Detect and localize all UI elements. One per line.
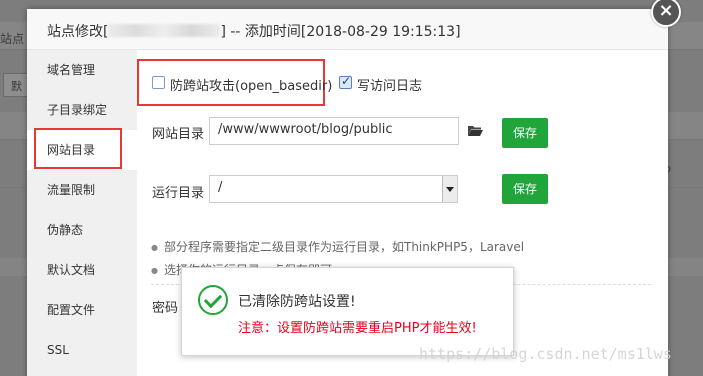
dialog-title-suffix: ] -- 添加时间[2018-08-29 19:15:13] [220,24,461,40]
highlight-box-site-dir [34,128,122,169]
folder-open-icon[interactable] [467,125,483,137]
toast-message: 已清除防跨站设置! [238,294,356,310]
sidebar-item-default-doc[interactable]: 默认文档 [27,250,137,290]
site-dir-input[interactable]: /www/wwwroot/blog/public [209,117,459,145]
run-dir-selected-value: / [218,180,223,195]
save-run-dir-button[interactable]: 保存 [502,174,548,204]
sidebar-item-rewrite[interactable]: 伪静态 [27,210,137,250]
sidebar-item-subdir[interactable]: 子目录绑定 [27,90,137,130]
dialog-header: 站点修改[ ] -- 添加时间[2018-08-29 19:15:13] [27,9,668,50]
write-log-label: 写访问日志 [357,79,423,94]
background-header-text: 站点 [0,32,25,46]
settings-sidebar: 域名管理 子目录绑定 网站目录 流量限制 伪静态 默认文档 配置文件 SSL [27,50,137,376]
dialog-title-prefix: 站点修改[ [47,24,109,40]
sidebar-item-config[interactable]: 配置文件 [27,290,137,330]
sidebar-item-domain[interactable]: 域名管理 [27,50,137,90]
dialog-title: 站点修改[ ] -- 添加时间[2018-08-29 19:15:13] [47,21,461,41]
toast-warning: 注意：设置防跨站需要重启PHP才能生效! [238,321,477,336]
chevron-down-icon[interactable] [442,176,457,202]
site-dir-label: 网站目录 [152,127,205,142]
watermark-text: https://blog.csdn.net/ms1lws [419,345,672,363]
anti-cross-checkbox[interactable] [152,76,165,89]
success-check-icon [198,285,228,315]
password-access-label: 密码访问 [152,301,178,316]
redacted-site-name [108,24,221,37]
write-log-checkbox[interactable] [339,74,352,89]
run-dir-label: 运行目录 [152,186,205,201]
toast-notification: 已清除防跨站设置! 注意：设置防跨站需要重启PHP才能生效! [181,267,514,356]
sidebar-item-traffic[interactable]: 流量限制 [27,170,137,210]
run-dir-select[interactable]: / [209,175,458,203]
save-site-dir-button[interactable]: 保存 [502,118,548,148]
anti-cross-label: 防跨站攻击(open_basedir) [170,79,333,94]
sidebar-item-ssl[interactable]: SSL [27,330,137,370]
tip-line-1: 部分程序需要指定二级目录作为运行目录，如ThinkPHP5，Laravel [151,238,524,255]
